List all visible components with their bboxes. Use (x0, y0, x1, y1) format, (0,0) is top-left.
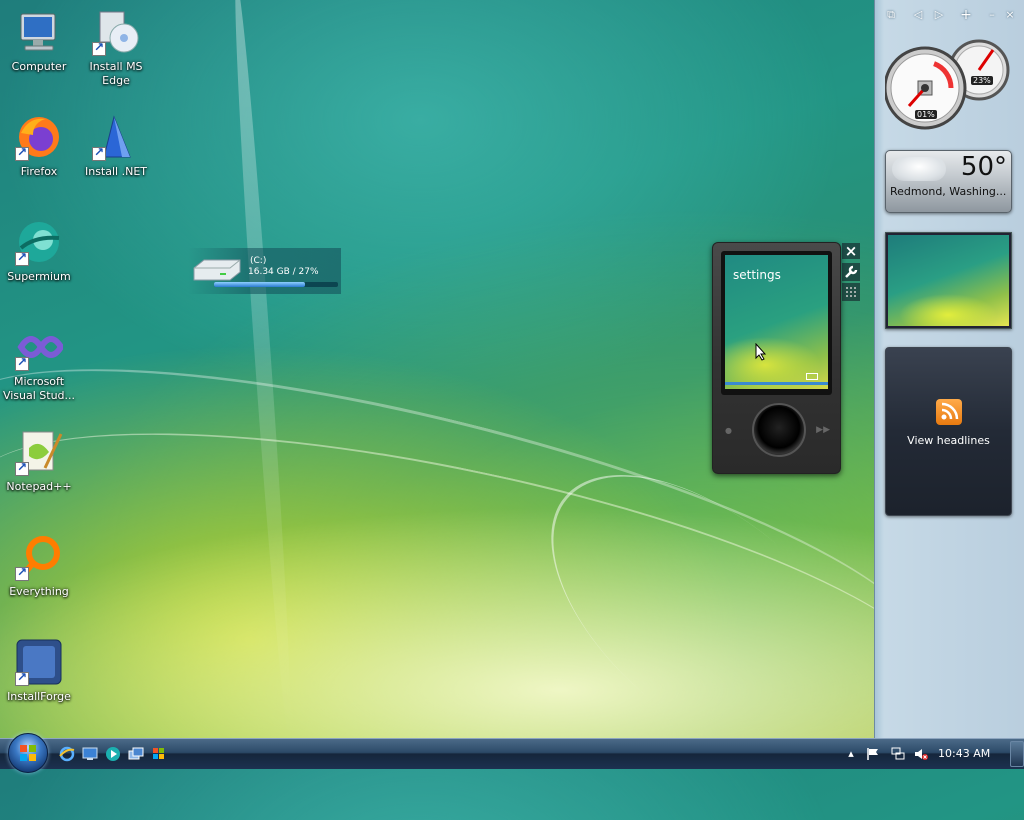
desktop-icon-label: Supermium (7, 270, 71, 283)
zune-progress-bar (725, 382, 828, 385)
desktop-icon-visual-studio[interactable]: Microsoft Visual Stud... (1, 323, 77, 403)
mouse-cursor-icon (755, 342, 767, 364)
view-headlines-link[interactable]: View headlines (886, 434, 1011, 447)
cpu-percent: 01% (915, 110, 937, 119)
shortcut-arrow-icon (92, 145, 106, 161)
show-desktop-button[interactable] (1010, 741, 1024, 767)
shortcut-arrow-icon (92, 40, 106, 56)
slideshow-gadget[interactable] (885, 232, 1012, 329)
dotnet-installer-icon (92, 113, 140, 161)
media-player-icon[interactable] (105, 746, 121, 762)
shortcut-arrow-icon (15, 250, 29, 266)
installforge-icon (15, 638, 63, 686)
sidebar-next-icon[interactable]: ▷ (932, 8, 946, 22)
desktop-icon-everything[interactable]: Everything (1, 533, 77, 599)
slideshow-image (888, 235, 1009, 326)
desktop-icon-install-ms-edge[interactable]: Install MS Edge (78, 8, 154, 88)
add-gadget-icon[interactable]: + (959, 8, 973, 22)
zune-screen-wallpaper: settings (725, 255, 828, 389)
drive-name: (C:) (250, 256, 267, 266)
drive-meter-gadget[interactable]: (C:) 16.34 GB / 27% (188, 248, 341, 294)
desktop-icon-install-dotnet[interactable]: Install .NET (78, 113, 154, 179)
zune-back-icon[interactable]: ● (725, 426, 732, 435)
shortcut-arrow-icon (15, 145, 29, 161)
feed-headlines-gadget[interactable]: View headlines (885, 347, 1012, 516)
desktop-icon-installforge[interactable]: InstallForge (1, 638, 77, 704)
computer-icon (15, 8, 63, 56)
network-icon[interactable] (891, 747, 905, 761)
sidebar-overlay-icon[interactable]: ⧉ (884, 8, 898, 22)
drive-usage-fill (214, 282, 305, 287)
zune-gadget[interactable]: settings ● ▶▶ (712, 242, 841, 474)
desktop-icon-label: Everything (9, 585, 69, 598)
desktop-icon-label: Firefox (20, 165, 58, 178)
cpu-meter-gadget[interactable]: 23% 01% (883, 36, 1013, 130)
show-desktop-icon[interactable] (82, 746, 98, 762)
windows-logo-icon (20, 745, 36, 761)
zune-control-pad[interactable] (752, 403, 806, 457)
desktop-icon-label: Microsoft Visual Stud... (2, 375, 76, 402)
desktop-icon-label: Install .NET (84, 165, 147, 178)
installer-icon (92, 8, 140, 56)
shortcut-arrow-icon (15, 565, 29, 581)
close-icon[interactable]: × (842, 243, 860, 259)
desktop-icon-firefox[interactable]: Firefox (1, 113, 77, 179)
desktop-icon-label: Notepad++ (6, 480, 72, 493)
settings-wrench-icon[interactable] (842, 263, 860, 281)
weather-temperature: 50° (960, 152, 1007, 182)
memory-percent: 23% (971, 76, 993, 85)
drive-usage-text: 16.34 GB / 27% (248, 267, 319, 277)
shortcut-arrow-icon (15, 355, 29, 371)
weather-location: Redmond, Washing... (890, 185, 1007, 198)
everything-icon (15, 533, 63, 581)
desktop-icon-label: Computer (11, 60, 67, 73)
volume-muted-icon[interactable] (914, 747, 928, 761)
zune-play-icon[interactable]: ▶▶ (816, 425, 830, 435)
minimize-sidebar-icon[interactable]: – (985, 8, 999, 22)
notepadpp-icon (15, 428, 63, 476)
desktop-icon-label: InstallForge (7, 690, 71, 703)
desktop-icon-label: Install MS Edge (89, 60, 143, 87)
sidebar-previous-icon[interactable]: ◁ (911, 8, 925, 22)
shortcut-arrow-icon (15, 670, 29, 686)
weather-gadget[interactable]: 50° Redmond, Washing... (885, 150, 1012, 213)
windows-icon[interactable] (151, 746, 167, 762)
switch-windows-icon[interactable] (128, 746, 144, 762)
action-center-flag-icon[interactable] (866, 747, 880, 761)
taskbar: ▴ 10:43 AM (0, 733, 1024, 773)
supermium-icon (15, 218, 63, 266)
show-hidden-icon[interactable]: ▴ (844, 747, 858, 761)
start-button[interactable] (8, 733, 48, 773)
close-sidebar-icon[interactable]: × (1003, 8, 1017, 22)
desktop-icon-supermium[interactable]: Supermium (1, 218, 77, 284)
battery-icon (806, 373, 818, 380)
rss-feed-icon (936, 399, 962, 425)
visual-studio-icon (15, 323, 65, 371)
zune-screen-title: settings (733, 268, 781, 282)
internet-explorer-icon[interactable] (59, 746, 75, 762)
desktop-icon-notepadpp[interactable]: Notepad++ (1, 428, 77, 494)
cloudy-weather-icon (892, 157, 946, 181)
firefox-icon (15, 113, 63, 161)
taskbar-clock[interactable]: 10:43 AM (938, 747, 990, 760)
desktop-icon-computer[interactable]: Computer (1, 8, 77, 74)
drag-handle-icon[interactable] (842, 283, 860, 301)
shortcut-arrow-icon (15, 460, 29, 476)
zune-screen: settings (721, 251, 832, 395)
drive-usage-bar (214, 282, 338, 287)
